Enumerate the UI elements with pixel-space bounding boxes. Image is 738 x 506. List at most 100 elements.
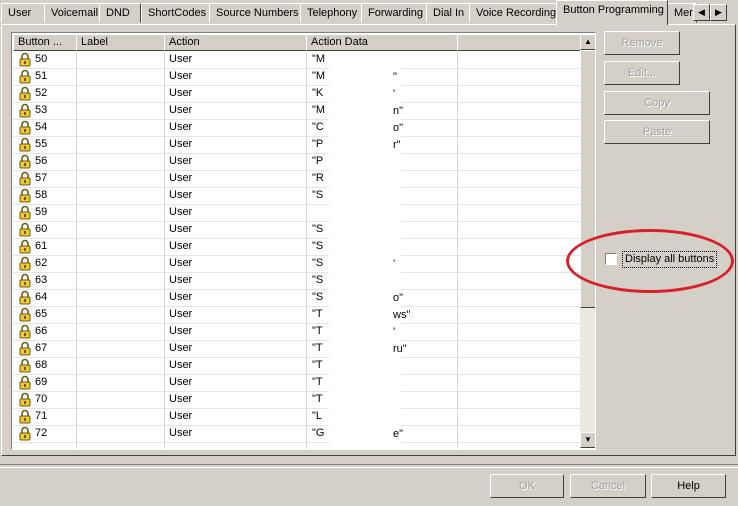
button-number: 54 <box>35 121 48 133</box>
table-row[interactable]: 52 User "K <box>13 85 581 103</box>
table-row[interactable]: 58 User "S <box>13 187 581 205</box>
action-data-tail: n" <box>393 105 404 117</box>
down-arrow-icon: ▼ <box>584 435 592 444</box>
scroll-up-button[interactable]: ▲ <box>580 34 595 50</box>
action-cell: User <box>169 223 193 235</box>
table-row[interactable]: 72 User "G <box>13 425 581 443</box>
paste-button[interactable]: Paste <box>604 120 710 144</box>
column-header-button[interactable]: Button ... <box>13 34 77 51</box>
table-row[interactable]: 67 User "T <box>13 340 581 358</box>
up-arrow-icon: ▲ <box>584 37 592 46</box>
tab-scroll-right-button[interactable]: ▶ <box>710 4 727 21</box>
table-row[interactable]: 63 User "S <box>13 272 581 290</box>
tab-shortcodes[interactable]: ShortCodes <box>141 3 210 23</box>
button-number: 67 <box>35 342 48 354</box>
action-cell: User <box>169 257 193 269</box>
button-number: 69 <box>35 376 48 388</box>
column-divider <box>76 51 77 449</box>
button-number: 72 <box>35 427 48 439</box>
table-row[interactable]: 62 User "S <box>13 255 581 273</box>
table-row[interactable]: 50 User "M <box>13 51 581 69</box>
action-cell: User <box>169 70 193 82</box>
button-number: 63 <box>35 274 48 286</box>
action-data-tail: e" <box>393 428 404 440</box>
table-row[interactable]: 56 User "P <box>13 153 581 171</box>
lock-icon <box>18 52 32 67</box>
button-grid[interactable]: Button ... Label Action Action Data 50 Us… <box>11 32 596 450</box>
lock-icon <box>18 205 32 220</box>
button-number: 64 <box>35 291 48 303</box>
tab-button-programming[interactable]: Button Programming <box>556 0 668 25</box>
display-all-buttons-label[interactable]: Display all buttons <box>622 251 718 268</box>
column-header-action-data[interactable]: Action Data <box>306 34 458 51</box>
lock-icon <box>18 392 32 407</box>
table-row[interactable]: 66 User "T <box>13 323 581 341</box>
tab-forwarding[interactable]: Forwarding <box>361 3 427 23</box>
button-number: 52 <box>35 87 48 99</box>
action-data-tail: ' <box>393 258 396 270</box>
button-number: 60 <box>35 223 48 235</box>
lock-icon <box>18 358 32 373</box>
tab-user[interactable]: User <box>1 3 45 23</box>
tab-dial-in[interactable]: Dial In <box>426 3 470 23</box>
table-row[interactable]: 68 User "T <box>13 357 581 375</box>
edit-button[interactable]: Edit... <box>604 61 680 85</box>
action-cell: User <box>169 359 193 371</box>
lock-icon <box>18 375 32 390</box>
action-cell: User <box>169 410 193 422</box>
table-row[interactable]: 54 User "C <box>13 119 581 137</box>
button-number: 58 <box>35 189 48 201</box>
footer-separator <box>0 464 738 468</box>
lock-icon <box>18 290 32 305</box>
tab-source-numbers[interactable]: Source Numbers <box>209 3 301 23</box>
table-row[interactable]: 64 User "S <box>13 289 581 307</box>
lock-icon <box>18 324 32 339</box>
button-number: 62 <box>35 257 48 269</box>
action-cell: User <box>169 172 193 184</box>
lock-icon <box>18 137 32 152</box>
table-row[interactable]: 51 User "M <box>13 68 581 86</box>
tab-voicemail[interactable]: Voicemail <box>44 3 100 23</box>
action-data-tail: o" <box>393 292 404 304</box>
table-row[interactable]: 55 User "P <box>13 136 581 154</box>
table-row[interactable]: 69 User "T <box>13 374 581 392</box>
tab-voice-recording[interactable]: Voice Recording <box>469 3 557 23</box>
action-data-tail: r" <box>393 139 401 151</box>
help-button[interactable]: Help <box>651 474 726 498</box>
column-divider <box>457 51 458 449</box>
column-header-action[interactable]: Action <box>164 34 307 51</box>
lock-icon <box>18 188 32 203</box>
tab-scroll-left-button[interactable]: ◀ <box>693 4 710 21</box>
tab-dnd[interactable]: DND <box>99 3 141 23</box>
table-row[interactable]: 59 User <box>13 204 581 222</box>
button-number: 71 <box>35 410 48 422</box>
table-row[interactable]: 65 User "T <box>13 306 581 324</box>
table-row[interactable]: 61 User "S <box>13 238 581 256</box>
button-number: 70 <box>35 393 48 405</box>
tab-telephony[interactable]: Telephony <box>300 3 362 23</box>
action-cell: User <box>169 427 193 439</box>
button-number: 55 <box>35 138 48 150</box>
table-row[interactable]: 70 User "T <box>13 391 581 409</box>
lock-icon <box>18 103 32 118</box>
action-cell: User <box>169 308 193 320</box>
action-cell: User <box>169 393 193 405</box>
column-header-label[interactable]: Label <box>76 34 165 51</box>
tab-bar: User Voicemail DND ShortCodes Source Num… <box>0 0 738 25</box>
display-all-buttons-checkbox[interactable] <box>605 253 617 265</box>
remove-button[interactable]: Remove <box>604 31 680 55</box>
button-number: 56 <box>35 155 48 167</box>
button-number: 66 <box>35 325 48 337</box>
copy-button[interactable]: Copy <box>604 91 710 115</box>
ok-button[interactable]: OK <box>490 474 564 498</box>
table-row[interactable]: 57 User "R <box>13 170 581 188</box>
lock-icon <box>18 256 32 271</box>
table-row[interactable]: 53 User "M <box>13 102 581 120</box>
lock-icon <box>18 222 32 237</box>
action-cell: User <box>169 240 193 252</box>
cancel-button[interactable]: Cancel <box>570 474 646 498</box>
scroll-down-button[interactable]: ▼ <box>580 432 595 448</box>
table-row[interactable]: 60 User "S <box>13 221 581 239</box>
action-data-tail: ' <box>393 88 396 100</box>
table-row[interactable]: 71 User "L <box>13 408 581 426</box>
